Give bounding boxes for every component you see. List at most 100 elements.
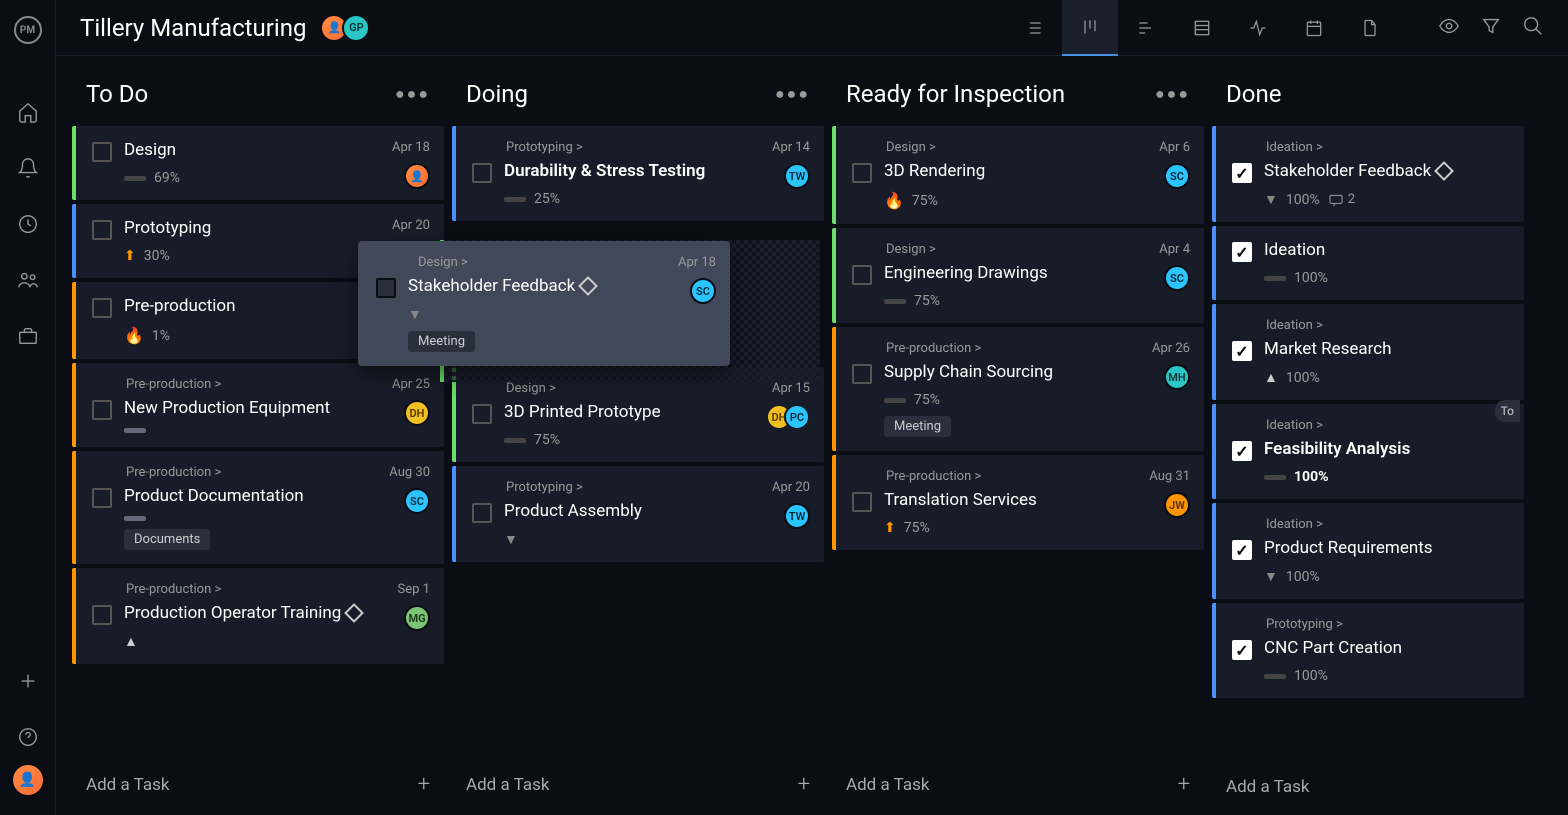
task-card[interactable]: Prototyping > CNC Part Creation 100% [1212, 603, 1524, 698]
card-category: Design > [886, 242, 1188, 257]
view-tabs [1006, 0, 1398, 56]
card-checkbox[interactable] [376, 278, 396, 298]
card-category: Pre-production > [886, 341, 1188, 356]
dragged-card[interactable]: Design > Stakeholder Feedback ▼ Meeting … [358, 241, 730, 366]
card-checkbox[interactable] [92, 400, 112, 420]
calendar-view-tab[interactable] [1286, 0, 1342, 56]
task-card[interactable]: Ideation > Stakeholder Feedback ▼100%2 [1212, 126, 1524, 222]
card-checkbox[interactable] [1232, 163, 1252, 183]
activity-view-tab[interactable] [1230, 0, 1286, 56]
add-task-button[interactable]: Add a Task + [68, 754, 448, 815]
help-icon[interactable] [16, 725, 40, 749]
bell-icon[interactable] [16, 156, 40, 180]
add-task-button[interactable]: Add a Task + [448, 754, 828, 815]
home-icon[interactable] [16, 100, 40, 124]
avatar[interactable]: MH [1164, 364, 1190, 390]
task-card[interactable]: Ideation > Product Requirements ▼100% [1212, 503, 1524, 599]
card-checkbox[interactable] [1232, 540, 1252, 560]
column-menu-icon[interactable]: ●●● [775, 84, 810, 104]
eye-icon[interactable] [1438, 15, 1460, 41]
task-card[interactable]: Pre-production > New Production Equipmen… [72, 363, 444, 447]
card-title: Translation Services [884, 490, 1188, 510]
task-card[interactable]: Prototyping > Durability & Stress Testin… [452, 126, 824, 221]
card-checkbox[interactable] [1232, 640, 1252, 660]
card-date: Apr 4 [1159, 242, 1190, 257]
task-card[interactable]: Design > Engineering Drawings 75% Apr 4S… [832, 228, 1204, 323]
avatar[interactable]: SC [690, 278, 716, 304]
plus-icon: + [1178, 772, 1190, 797]
avatar[interactable]: DH [404, 400, 430, 426]
card-checkbox[interactable] [1232, 441, 1252, 461]
column-title: Ready for Inspection [846, 80, 1065, 108]
card-checkbox[interactable] [472, 503, 492, 523]
avatar[interactable]: GP [342, 14, 370, 42]
card-title: Product Requirements [1264, 538, 1508, 558]
avatar[interactable]: SC [404, 488, 430, 514]
member-avatars[interactable]: 👤 GP [326, 14, 370, 42]
board-view-tab[interactable] [1062, 0, 1118, 56]
task-card[interactable]: Pre-production > Translation Services ⬆7… [832, 455, 1204, 550]
plus-icon[interactable] [16, 669, 40, 693]
card-checkbox[interactable] [92, 142, 112, 162]
card-checkbox[interactable] [852, 364, 872, 384]
card-percent: 75% [534, 432, 560, 448]
progress-bar [124, 176, 146, 181]
card-checkbox[interactable] [92, 220, 112, 240]
card-checkbox[interactable] [852, 163, 872, 183]
card-checkbox[interactable] [1232, 341, 1252, 361]
card-date: Apr 25 [392, 377, 430, 392]
sheet-view-tab[interactable] [1174, 0, 1230, 56]
card-checkbox[interactable] [852, 492, 872, 512]
card-checkbox[interactable] [472, 404, 492, 424]
avatar[interactable]: JW [1164, 492, 1190, 518]
add-task-button[interactable]: Add a Task [1208, 759, 1528, 815]
task-card[interactable]: Pre-production > Supply Chain Sourcing 7… [832, 327, 1204, 451]
card-title: Stakeholder Feedback [1264, 161, 1508, 181]
column-menu-icon[interactable]: ●●● [1155, 84, 1190, 104]
user-avatar[interactable]: 👤 [13, 765, 43, 795]
card-date: Apr 6 [1159, 140, 1190, 155]
avatar[interactable]: PC [784, 404, 810, 430]
people-icon[interactable] [16, 268, 40, 292]
column-menu-icon[interactable]: ●●● [395, 84, 430, 104]
card-percent: 30% [144, 248, 170, 264]
clock-icon[interactable] [16, 212, 40, 236]
card-checkbox[interactable] [92, 605, 112, 625]
search-icon[interactable] [1522, 15, 1544, 41]
card-date: Apr 18 [392, 140, 430, 155]
avatar[interactable]: SC [1164, 163, 1190, 189]
card-checkbox[interactable] [92, 488, 112, 508]
briefcase-icon[interactable] [16, 324, 40, 348]
task-card[interactable]: Pre-production > Production Operator Tra… [72, 568, 444, 664]
gantt-view-tab[interactable] [1118, 0, 1174, 56]
list-view-tab[interactable] [1006, 0, 1062, 56]
filter-icon[interactable] [1480, 15, 1502, 41]
card-date: Aug 30 [389, 465, 430, 480]
avatar[interactable]: 👤 [404, 163, 430, 189]
card-title: Market Research [1264, 339, 1508, 359]
task-card[interactable]: Design > 3D Rendering 🔥75% Apr 6SC [832, 126, 1204, 224]
file-view-tab[interactable] [1342, 0, 1398, 56]
avatar[interactable]: MG [404, 605, 430, 631]
add-task-button[interactable]: Add a Task + [828, 754, 1208, 815]
avatar[interactable]: TW [784, 503, 810, 529]
avatar[interactable]: TW [784, 163, 810, 189]
card-checkbox[interactable] [472, 163, 492, 183]
task-card[interactable]: Design 69% Apr 18👤 [72, 126, 444, 200]
card-checkbox[interactable] [852, 265, 872, 285]
app-logo[interactable]: PM [14, 16, 42, 44]
card-checkbox[interactable] [92, 298, 112, 318]
card-checkbox[interactable] [1232, 242, 1252, 262]
progress-bar [504, 438, 526, 443]
card-percent: 100% [1294, 270, 1328, 286]
progress-bar [1264, 674, 1286, 679]
column-done: Done Ideation > Stakeholder Feedback ▼10… [1208, 56, 1528, 815]
task-card[interactable]: Ideation > Feasibility Analysis 100% [1212, 404, 1524, 499]
task-card[interactable]: Ideation > Market Research ▲100% [1212, 304, 1524, 400]
task-card[interactable]: Prototyping > Product Assembly ▼ Apr 20T… [452, 466, 824, 562]
comment-count[interactable]: 2 [1328, 192, 1355, 208]
task-card[interactable]: Ideation 100% [1212, 226, 1524, 300]
progress-bar [1264, 276, 1286, 281]
task-card[interactable]: Pre-production > Product Documentation D… [72, 451, 444, 564]
avatar[interactable]: SC [1164, 265, 1190, 291]
